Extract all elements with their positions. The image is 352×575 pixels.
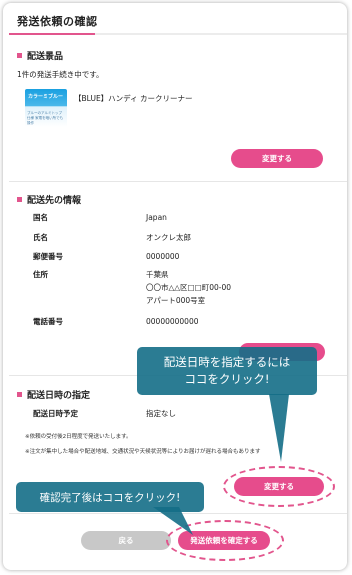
delivery-date-label: 配送日時予定 xyxy=(33,409,78,418)
country-value: Japan xyxy=(146,213,167,222)
delivery-heading-text: 配送日時の指定 xyxy=(27,391,91,401)
name-value: オンクレ太郎 xyxy=(146,233,191,242)
delivery-section-heading: 配送日時の指定 xyxy=(17,388,90,401)
confirm-callout-text: 確認完了後はココをクリック! xyxy=(39,491,181,504)
confirm-screen: 発送依頼の確認 配送景品 1件の発送手続き中です。 カラーミブルー ブルーのアル… xyxy=(3,3,347,570)
address-value-building: アパート000号室 xyxy=(146,296,206,305)
postal-code-label: 郵便番号 xyxy=(33,252,63,261)
section-marker-icon xyxy=(17,197,22,202)
address-value-prefecture: 千葉県 xyxy=(146,270,169,279)
date-callout-line2: ココをクリック! xyxy=(184,372,270,386)
product-thumbnail: カラーミブルー ブルーのアルミトップ仕様 家電を暗い所でも操作 xyxy=(25,89,67,127)
phone-label: 電話番号 xyxy=(33,317,63,326)
change-prize-button[interactable]: 変更する xyxy=(231,149,323,168)
confirm-callout-pointer-icon xyxy=(153,507,193,535)
address-value-city: 〇〇市△△区□□町00-00 xyxy=(146,283,232,292)
thumb-caption-text: ブルーのアルミトップ仕様 家電を暗い所でも操作 xyxy=(27,111,64,125)
date-callout-pointer-icon xyxy=(269,394,289,462)
phone-value: 00000000000 xyxy=(146,317,199,326)
section-marker-icon xyxy=(17,53,22,58)
country-label: 国名 xyxy=(33,213,48,222)
shipment-section-heading: 配送景品 xyxy=(17,49,63,62)
date-callout-line1: 配送日時を指定するには xyxy=(163,355,291,369)
title-underline xyxy=(9,33,347,35)
address-section-heading: 配送先の情報 xyxy=(17,193,81,206)
section-divider xyxy=(9,181,347,182)
delivery-date-value: 指定なし xyxy=(146,409,176,418)
delivery-note-2: ※注文が集中した場合や配送地域、交通状況や天候状況等によりお届けが遅れる場合もあ… xyxy=(25,449,261,455)
thumb-brand-text: カラーミブルー xyxy=(28,94,64,100)
name-label: 氏名 xyxy=(33,233,48,242)
shipment-count-text: 1件の発送手続き中です。 xyxy=(17,70,104,79)
delivery-note-1: ※依頼の受付後2日程度で発送いたします。 xyxy=(25,434,132,440)
postal-code-value: 0000000 xyxy=(146,252,180,261)
address-label: 住所 xyxy=(33,270,48,279)
product-name: 【BLUE】ハンディ カークリーナー xyxy=(74,94,193,103)
page-title: 発送依頼の確認 xyxy=(17,15,98,28)
address-heading-text: 配送先の情報 xyxy=(27,196,82,206)
section-marker-icon xyxy=(17,392,22,397)
title-underline-accent xyxy=(9,33,95,35)
product-item: カラーミブルー ブルーのアルミトップ仕様 家電を暗い所でも操作 【BLUE】ハン… xyxy=(25,89,321,127)
date-callout: 配送日時を指定するには ココをクリック! xyxy=(137,347,317,395)
shipment-heading-text: 配送景品 xyxy=(27,52,64,62)
highlight-ring xyxy=(223,466,335,507)
